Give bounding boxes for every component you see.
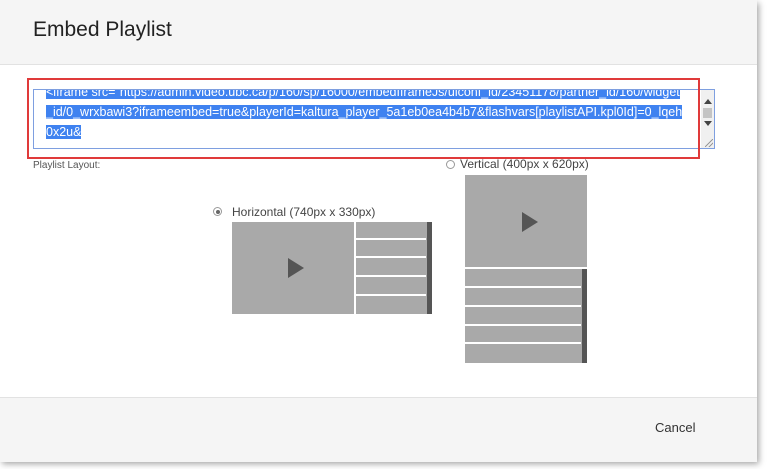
chevron-down-icon[interactable] [704,121,712,126]
chevron-up-icon[interactable] [704,99,712,104]
playlist-entry [465,344,581,363]
horizontal-layout-radio[interactable] [213,207,222,216]
preview-player [465,175,587,267]
vertical-layout-preview[interactable] [465,175,587,363]
playlist-layout-label: Playlist Layout: [33,160,101,171]
horizontal-layout-label[interactable]: Horizontal (740px x 330px) [232,205,375,219]
playlist-entry [465,288,581,307]
dialog-title: Embed Playlist [33,18,172,41]
embed-playlist-dialog: Embed Playlist <iframe src="https://admi… [0,0,757,462]
playlist-entry [465,269,581,288]
vertical-layout-label[interactable]: Vertical (400px x 620px) [460,157,589,171]
dialog-header: Embed Playlist [0,0,757,65]
playlist-entry [356,222,426,240]
playlist-entry [465,307,581,326]
play-icon [522,212,538,232]
scroll-thumb[interactable] [703,108,712,118]
vertical-layout-radio[interactable] [446,160,455,169]
playlist-scrollbar [427,222,432,314]
dialog-footer: Cancel [0,397,757,462]
horizontal-layout-preview[interactable] [232,222,432,314]
cancel-button[interactable]: Cancel [655,420,695,435]
play-icon [288,258,304,278]
playlist-entry [356,277,426,296]
playlist-entry [465,326,581,344]
playlist-entry [356,296,426,314]
resize-grip-icon[interactable] [705,139,713,147]
playlist-entry [356,240,426,258]
annotation-highlight-box [27,78,700,159]
playlist-entry [356,258,426,277]
playlist-scrollbar [582,269,587,363]
preview-player [232,222,354,314]
